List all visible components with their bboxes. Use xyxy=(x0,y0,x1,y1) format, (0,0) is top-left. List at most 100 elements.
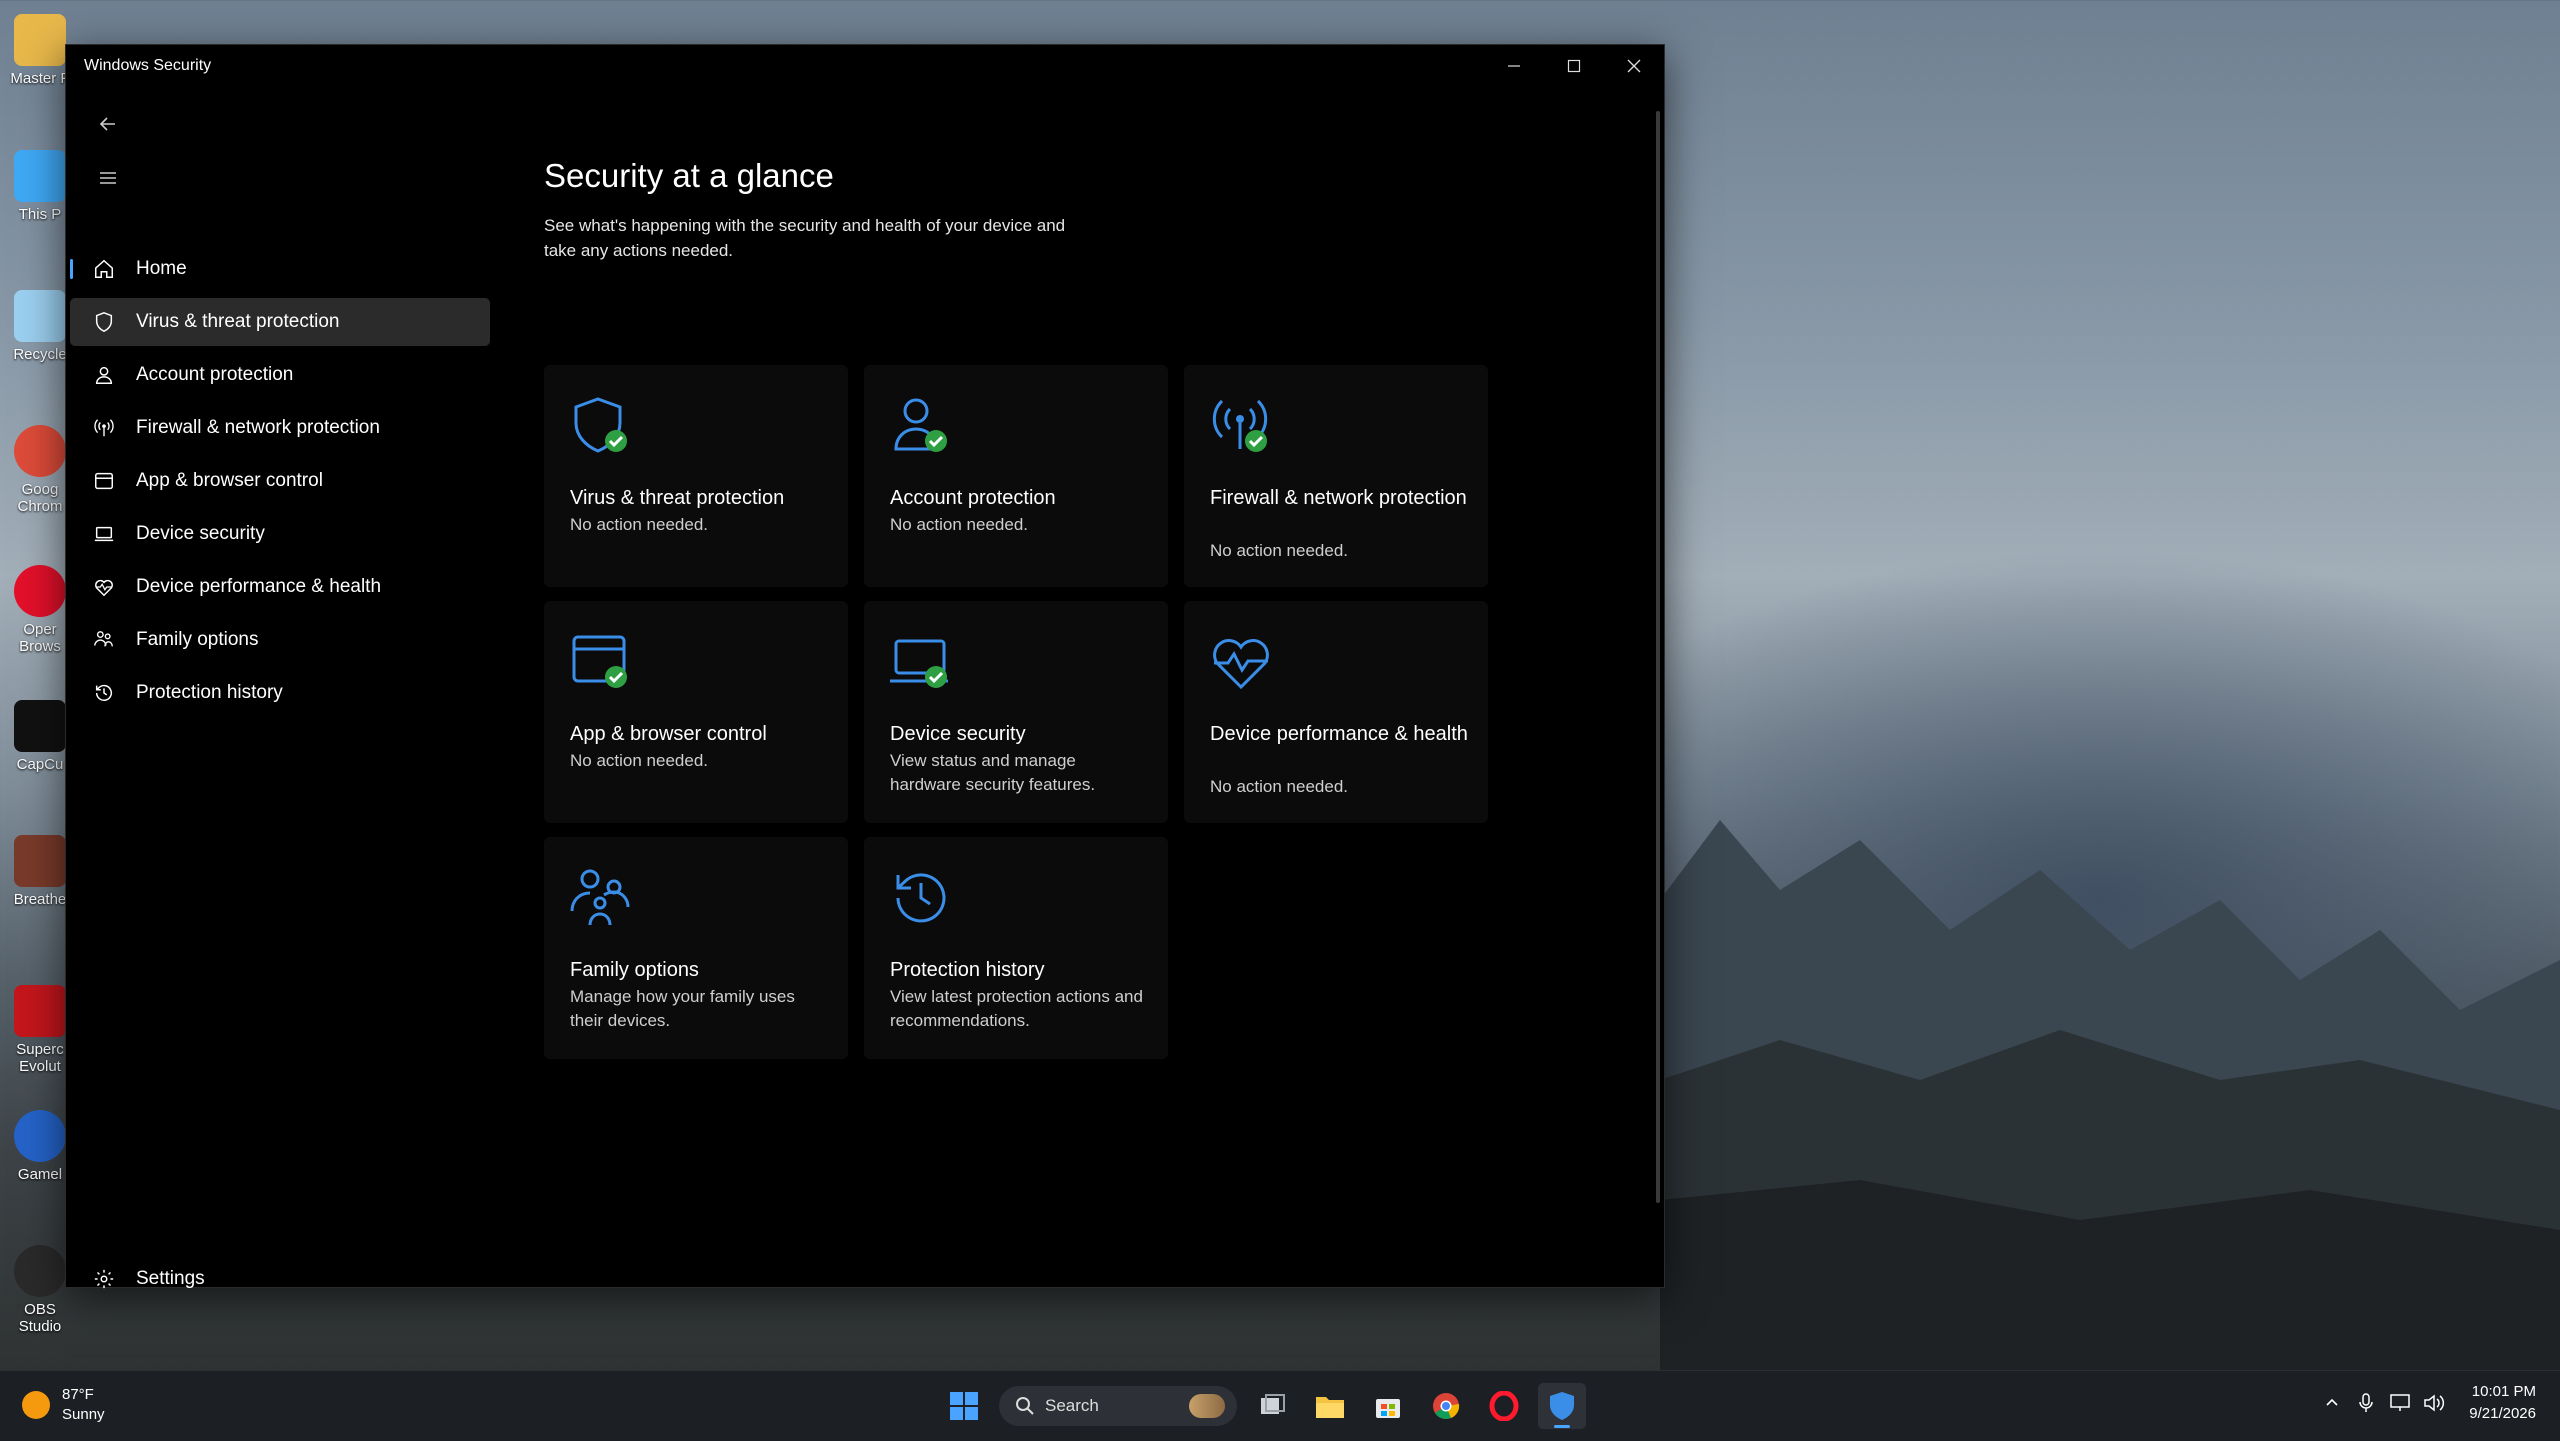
tile-title: Protection history xyxy=(890,959,1045,981)
sidebar-item-label: Account protection xyxy=(136,364,294,385)
tile-protection-history[interactable]: Protection history View latest protectio… xyxy=(864,837,1168,1059)
tile-device-performance[interactable]: Device performance & health No action ne… xyxy=(1184,601,1488,823)
sidebar-item-protection-history[interactable]: Protection history xyxy=(70,669,490,717)
tile-status: No action needed. xyxy=(570,751,708,770)
desktop-icon[interactable]: Goog Chrom xyxy=(8,425,72,515)
desktop-icon[interactable]: Master F xyxy=(8,14,72,87)
opera-icon xyxy=(1489,1391,1519,1421)
network-button[interactable] xyxy=(2383,1383,2417,1423)
desktop-icon[interactable]: This P xyxy=(8,150,72,223)
tile-status: View status and manage hardware security… xyxy=(890,751,1096,794)
tile-status: No action needed. xyxy=(570,515,708,534)
window-title: Windows Security xyxy=(84,57,212,74)
sidebar-item-virus-threat[interactable]: Virus & threat protection xyxy=(70,298,490,346)
sun-icon xyxy=(22,1391,50,1419)
back-button[interactable] xyxy=(86,105,130,143)
tile-title: Account protection xyxy=(890,487,1056,509)
taskbar-apps: Search xyxy=(935,1383,1591,1429)
clock[interactable]: 10:01 PM 9/21/2026 xyxy=(2469,1381,2536,1425)
desktop-icons: Master F This P Recycle Goog Chrom Oper … xyxy=(0,0,70,1370)
search-highlight-icon xyxy=(1189,1394,1225,1418)
windows-security-taskbar-button[interactable] xyxy=(1538,1383,1586,1429)
network-icon xyxy=(2390,1394,2411,1411)
volume-button[interactable] xyxy=(2417,1383,2451,1423)
settings-label: Settings xyxy=(136,1268,205,1289)
taskbar-search[interactable]: Search xyxy=(999,1386,1237,1426)
tile-status: No action needed. xyxy=(1210,777,1348,796)
tile-app-browser[interactable]: App & browser control No action needed. xyxy=(544,601,848,823)
system-tray: 10:01 PM 9/21/2026 xyxy=(2315,1381,2536,1425)
desktop-icon[interactable]: Gamel xyxy=(8,1110,72,1183)
sidebar-item-home[interactable]: Home xyxy=(70,245,490,293)
desktop-icon[interactable]: Breathe xyxy=(8,835,72,908)
sidebar-item-label: Firewall & network protection xyxy=(136,417,380,438)
desktop-icon[interactable]: Oper Brows xyxy=(8,565,72,655)
hamburger-menu-button[interactable] xyxy=(86,159,130,197)
history-icon xyxy=(92,681,116,705)
weather-temperature: 87°F xyxy=(62,1386,94,1403)
opera-button[interactable] xyxy=(1480,1383,1528,1429)
page-title: Security at a glance xyxy=(544,157,834,194)
file-explorer-button[interactable] xyxy=(1306,1383,1354,1429)
home-icon xyxy=(92,257,116,281)
sidebar-item-settings[interactable]: Settings xyxy=(70,1255,490,1303)
tile-title: Device security xyxy=(890,723,1026,745)
sidebar-nav: Home Virus & threat protection Account p… xyxy=(70,245,490,722)
tile-title: App & browser control xyxy=(570,723,767,745)
desktop-icon[interactable]: Recycle xyxy=(8,290,72,363)
weather-condition: Sunny xyxy=(62,1406,105,1423)
sidebar-item-account[interactable]: Account protection xyxy=(70,351,490,399)
taskbar: 87°F Sunny Search 10:01 PM 9/21/2026 xyxy=(0,1370,2560,1441)
microphone-icon xyxy=(2359,1393,2374,1412)
main-content: Security at a glance See what's happenin… xyxy=(544,45,1664,1287)
tile-title: Firewall & network protection xyxy=(1210,487,1467,509)
app-window-icon xyxy=(92,469,116,493)
sidebar-item-family[interactable]: Family options xyxy=(70,616,490,664)
person-icon xyxy=(92,363,116,387)
show-hidden-icons-button[interactable] xyxy=(2315,1383,2349,1423)
speaker-icon xyxy=(2424,1394,2445,1412)
tile-status: No action needed. xyxy=(890,515,1028,534)
desktop-icon[interactable]: Superc Evolut xyxy=(8,985,72,1075)
sidebar-item-device-performance[interactable]: Device performance & health xyxy=(70,563,490,611)
sidebar-item-device-security[interactable]: Device security xyxy=(70,510,490,558)
sidebar-item-app-browser[interactable]: App & browser control xyxy=(70,457,490,505)
sidebar-item-label: Family options xyxy=(136,629,259,650)
task-view-button[interactable] xyxy=(1248,1383,1296,1429)
sidebar-item-firewall[interactable]: Firewall & network protection xyxy=(70,404,490,452)
heart-pulse-icon xyxy=(1213,639,1269,690)
tile-device-security[interactable]: Device security View status and manage h… xyxy=(864,601,1168,823)
heart-pulse-icon xyxy=(92,575,116,599)
sidebar-item-label: Home xyxy=(136,258,187,279)
tile-virus-threat[interactable]: Virus & threat protection No action need… xyxy=(544,365,848,587)
sidebar-item-label: Virus & threat protection xyxy=(136,311,340,332)
weather-widget[interactable]: 87°F Sunny xyxy=(22,1385,105,1425)
scrollbar[interactable] xyxy=(1656,111,1660,1203)
family-icon xyxy=(92,628,116,652)
store-icon xyxy=(1376,1399,1400,1418)
app-window-check-icon xyxy=(572,635,627,688)
desktop-icon[interactable]: OBS Studio xyxy=(8,1245,72,1335)
clock-time: 10:01 PM xyxy=(2471,1383,2536,1400)
tile-title: Virus & threat protection xyxy=(570,487,785,509)
laptop-icon xyxy=(92,522,116,546)
back-arrow-icon xyxy=(99,117,115,131)
gear-icon xyxy=(92,1267,116,1291)
start-button[interactable] xyxy=(940,1383,988,1429)
microphone-button[interactable] xyxy=(2349,1383,2383,1423)
shield-check-icon xyxy=(574,397,627,453)
antenna-icon xyxy=(92,416,116,440)
chevron-up-icon xyxy=(2326,1398,2338,1406)
store-button[interactable] xyxy=(1364,1383,1412,1429)
sidebar-item-label: Device performance & health xyxy=(136,576,382,597)
tile-family-options[interactable]: Family options Manage how your family us… xyxy=(544,837,848,1059)
chrome-button[interactable] xyxy=(1422,1383,1470,1429)
history-icon xyxy=(896,873,946,923)
desktop-icon[interactable]: CapCu xyxy=(8,700,72,773)
tile-firewall-network[interactable]: Firewall & network protection No action … xyxy=(1184,365,1488,587)
hamburger-icon xyxy=(100,172,116,184)
search-icon xyxy=(1016,1397,1034,1415)
family-icon xyxy=(570,869,630,926)
page-subtitle: See what's happening with the security a… xyxy=(544,216,1066,260)
tile-account-protection[interactable]: Account protection No action needed. xyxy=(864,365,1168,587)
